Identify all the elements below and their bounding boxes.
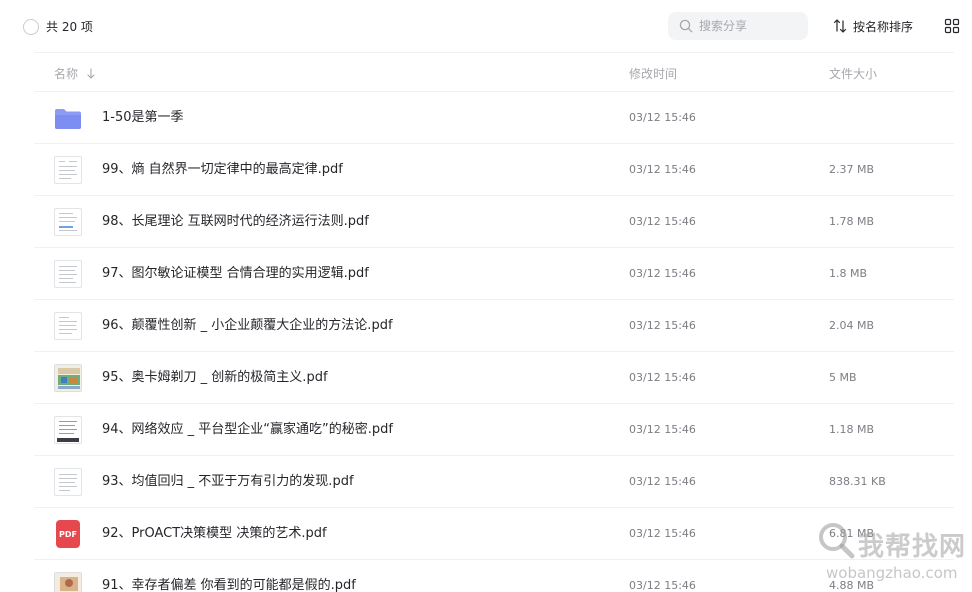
column-header-modified-time[interactable]: 修改时间	[629, 65, 677, 82]
document-thumbnail-icon	[54, 208, 82, 236]
search-box[interactable]	[668, 12, 808, 40]
file-modified-time: 03/12 15:46	[629, 111, 696, 124]
file-list: 1-50是第一季 03/12 15:46 99、熵 自然界一切定律中的最高定律.…	[34, 92, 954, 592]
search-input[interactable]	[699, 16, 799, 36]
file-modified-time: 03/12 15:46	[629, 267, 696, 280]
column-header-name[interactable]: 名称	[54, 65, 96, 82]
file-size: 1.18 MB	[829, 423, 875, 436]
file-name: 94、网络效应 _ 平台型企业“赢家通吃”的秘密.pdf	[102, 422, 393, 437]
file-row[interactable]: 98、长尾理论 互联网时代的经济运行法则.pdf 03/12 15:46 1.7…	[34, 196, 954, 248]
file-row[interactable]: 1-50是第一季 03/12 15:46	[34, 92, 954, 144]
document-thumbnail-icon	[54, 468, 82, 496]
file-name: 93、均值回归 _ 不亚于万有引力的发现.pdf	[102, 474, 354, 489]
column-header-file-size[interactable]: 文件大小	[829, 65, 877, 82]
document-thumbnail-icon	[54, 156, 82, 184]
file-modified-time: 03/12 15:46	[629, 371, 696, 384]
select-all-checkbox[interactable]	[23, 19, 39, 35]
file-row[interactable]: 94、网络效应 _ 平台型企业“赢家通吃”的秘密.pdf 03/12 15:46…	[34, 404, 954, 456]
toolbar: 共 20 项 按名称排序	[0, 0, 972, 52]
grid-view-icon[interactable]	[944, 18, 960, 34]
file-size: 5 MB	[829, 371, 857, 384]
sort-button[interactable]: 按名称排序	[832, 16, 913, 36]
file-modified-time: 03/12 15:46	[629, 215, 696, 228]
photo-thumbnail-icon	[54, 364, 82, 392]
document-thumbnail-icon	[54, 416, 82, 444]
file-size: 2.04 MB	[829, 319, 875, 332]
file-modified-time: 03/12 15:46	[629, 319, 696, 332]
file-name: 1-50是第一季	[102, 110, 184, 125]
column-name-label: 名称	[54, 67, 79, 81]
file-modified-time: 03/12 15:46	[629, 579, 696, 592]
document-thumbnail-icon	[54, 260, 82, 288]
file-row[interactable]: 95、奥卡姆剃刀 _ 创新的极简主义.pdf 03/12 15:46 5 MB	[34, 352, 954, 404]
file-name: 97、图尔敏论证模型 合情合理的实用逻辑.pdf	[102, 266, 369, 281]
pdf-icon: PDF	[54, 520, 82, 548]
file-modified-time: 03/12 15:46	[629, 527, 696, 540]
file-row[interactable]: 96、颠覆性创新 _ 小企业颠覆大企业的方法论.pdf 03/12 15:46 …	[34, 300, 954, 352]
file-size: 6.81 MB	[829, 527, 875, 540]
file-name: 95、奥卡姆剃刀 _ 创新的极简主义.pdf	[102, 370, 328, 385]
pdf-badge: PDF	[56, 520, 80, 548]
sort-label: 按名称排序	[853, 19, 914, 34]
file-size: 2.37 MB	[829, 163, 875, 176]
file-name: 96、颠覆性创新 _ 小企业颠覆大企业的方法论.pdf	[102, 318, 393, 333]
file-size: 1.8 MB	[829, 267, 868, 280]
photo-thumbnail-icon	[54, 572, 82, 592]
file-modified-time: 03/12 15:46	[629, 423, 696, 436]
folder-icon	[54, 104, 82, 132]
file-size: 4.88 MB	[829, 579, 875, 592]
list-header: 名称 修改时间 文件大小	[34, 52, 954, 92]
document-thumbnail-icon	[54, 312, 82, 340]
file-modified-time: 03/12 15:46	[629, 163, 696, 176]
file-row[interactable]: 97、图尔敏论证模型 合情合理的实用逻辑.pdf 03/12 15:46 1.8…	[34, 248, 954, 300]
file-row[interactable]: 99、熵 自然界一切定律中的最高定律.pdf 03/12 15:46 2.37 …	[34, 144, 954, 196]
file-modified-time: 03/12 15:46	[629, 475, 696, 488]
file-row[interactable]: PDF 92、PrOACT决策模型 决策的艺术.pdf 03/12 15:46 …	[34, 508, 954, 560]
sort-icon	[833, 19, 847, 33]
file-name: 99、熵 自然界一切定律中的最高定律.pdf	[102, 162, 343, 177]
file-name: 91、幸存者偏差 你看到的可能都是假的.pdf	[102, 578, 356, 592]
file-size: 1.78 MB	[829, 215, 875, 228]
file-size: 838.31 KB	[829, 475, 886, 488]
search-icon	[679, 19, 693, 33]
arrow-down-icon	[87, 67, 95, 79]
file-name: 92、PrOACT决策模型 决策的艺术.pdf	[102, 526, 327, 541]
file-row[interactable]: 93、均值回归 _ 不亚于万有引力的发现.pdf 03/12 15:46 838…	[34, 456, 954, 508]
file-row[interactable]: 91、幸存者偏差 你看到的可能都是假的.pdf 03/12 15:46 4.88…	[34, 560, 954, 592]
item-count: 共 20 项	[46, 20, 93, 34]
file-name: 98、长尾理论 互联网时代的经济运行法则.pdf	[102, 214, 369, 229]
